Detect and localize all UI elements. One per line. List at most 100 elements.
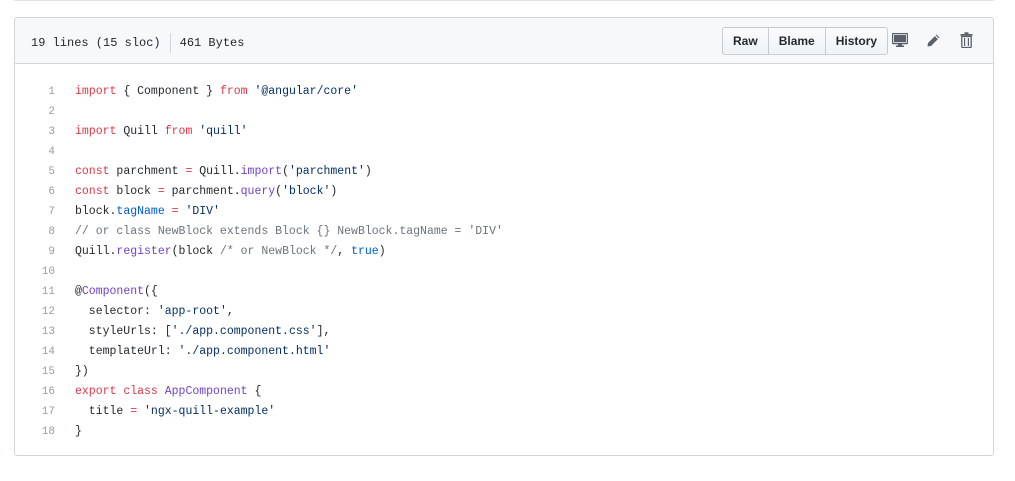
code-line: 2 — [15, 102, 993, 122]
code-token: ], — [316, 325, 331, 338]
code-token: './app.component.css' — [171, 325, 317, 338]
line-number[interactable]: 16 — [15, 382, 55, 402]
code-token: const — [75, 185, 110, 198]
line-number[interactable]: 18 — [15, 422, 55, 442]
code-token: tagName — [116, 205, 165, 218]
code-token: const — [75, 165, 110, 178]
line-number[interactable]: 4 — [15, 142, 55, 162]
pencil-icon[interactable] — [924, 30, 942, 50]
code-line: 4 — [15, 142, 993, 162]
line-content: export class AppComponent { — [55, 382, 261, 402]
code-token: './app.component.html' — [178, 345, 331, 358]
file-lines-info: 19 lines (15 sloc) — [31, 36, 161, 50]
code-token: ) — [364, 165, 372, 178]
blame-button[interactable]: Blame — [767, 27, 826, 55]
line-number[interactable]: 10 — [15, 262, 55, 282]
line-content — [55, 142, 75, 162]
code-token: from — [219, 85, 248, 98]
line-number[interactable]: 8 — [15, 222, 55, 242]
line-number[interactable]: 17 — [15, 402, 55, 422]
code-line: 15}) — [15, 362, 993, 382]
line-number[interactable]: 14 — [15, 342, 55, 362]
code-token: ( — [282, 165, 289, 178]
code-token: styleUrls: [ — [75, 325, 172, 338]
code-token: Quill. — [192, 165, 241, 178]
code-token: query — [240, 185, 276, 198]
code-token: parchment — [109, 165, 186, 178]
code-token: 'app-root' — [157, 305, 227, 318]
code-token: 'parchment' — [288, 165, 365, 178]
line-content: block.tagName = 'DIV' — [55, 202, 220, 222]
line-content: Quill.register(block /* or NewBlock */, … — [55, 242, 386, 262]
line-number[interactable]: 9 — [15, 242, 55, 262]
code-token: export — [75, 385, 117, 398]
line-number[interactable]: 5 — [15, 162, 55, 182]
code-token: } — [75, 425, 82, 438]
line-content: import { Component } from '@angular/core… — [55, 82, 358, 102]
line-content: selector: 'app-root', — [55, 302, 234, 322]
code-body: 1 import { Component } from '@angular/cor… — [15, 64, 993, 442]
code-token: 'quill' — [199, 125, 248, 138]
code-token: selector: — [75, 305, 158, 318]
file-info-divider — [169, 33, 171, 53]
code-token: ) — [330, 185, 338, 198]
line-number[interactable]: 13 — [15, 322, 55, 342]
code-token: templateUrl: — [75, 345, 179, 358]
file-actions — [891, 30, 990, 50]
file-size-info: 461 Bytes — [179, 36, 245, 50]
code-line: 16 export class AppComponent { — [15, 382, 993, 402]
desktop-icon[interactable] — [891, 30, 909, 50]
line-content: }) — [55, 362, 89, 382]
code-token: (block — [171, 245, 220, 258]
line-number[interactable]: 6 — [15, 182, 55, 202]
code-token: 'ngx-quill-example' — [144, 405, 276, 418]
code-token: ({ — [144, 285, 158, 298]
code-token: Component — [81, 285, 145, 298]
line-content: import Quill from 'quill' — [55, 122, 248, 142]
line-number[interactable]: 11 — [15, 282, 55, 302]
trash-icon[interactable] — [957, 30, 975, 50]
code-line: 6 const block = parchment.query('block') — [15, 182, 993, 202]
raw-button[interactable]: Raw — [722, 27, 769, 55]
line-content: const parchment = Quill.import('parchmen… — [55, 162, 372, 182]
code-token: true — [351, 245, 379, 258]
code-token: }) — [75, 365, 89, 378]
code-line: 12 selector: 'app-root', — [15, 302, 993, 322]
code-token: class — [123, 385, 158, 398]
code-token: 'DIV' — [185, 205, 220, 218]
line-number[interactable]: 12 — [15, 302, 55, 322]
code-token: /* or NewBlock */ — [219, 245, 338, 258]
code-token: from — [164, 125, 193, 138]
line-content: const block = parchment.query('block') — [55, 182, 337, 202]
code-token: register — [116, 245, 172, 258]
code-line: 9 Quill.register(block /* or NewBlock */,… — [15, 242, 993, 262]
history-button[interactable]: History — [824, 27, 889, 55]
code-token: ) — [378, 245, 386, 258]
code-line: 17 title = 'ngx-quill-example' — [15, 402, 993, 422]
file-info: 19 lines (15 sloc) 461 Bytes — [31, 33, 244, 53]
top-divider — [14, 0, 994, 1]
line-content — [55, 262, 75, 282]
line-number[interactable]: 3 — [15, 122, 55, 142]
line-number[interactable]: 2 — [15, 102, 55, 122]
line-number[interactable]: 1 — [15, 82, 55, 102]
code-token: block. — [75, 205, 117, 218]
code-line: 5 const parchment = Quill.import('parchme… — [15, 162, 993, 182]
file-viewer: 19 lines (15 sloc) 461 Bytes Raw Blame H… — [14, 17, 994, 456]
code-token: , — [226, 305, 234, 318]
file-header: 19 lines (15 sloc) 461 Bytes Raw Blame H… — [15, 18, 993, 64]
code-token: '@angular/core' — [254, 85, 358, 98]
line-number[interactable]: 7 — [15, 202, 55, 222]
line-content: @Component({ — [55, 282, 158, 302]
line-number[interactable]: 15 — [15, 362, 55, 382]
line-content: } — [55, 422, 82, 442]
code-line: 3 import Quill from 'quill' — [15, 122, 993, 142]
code-token: = — [157, 185, 165, 198]
code-token: Quill — [116, 125, 165, 138]
code-token: AppComponent — [164, 385, 248, 398]
code-token: , — [337, 245, 352, 258]
code-token: = — [171, 205, 179, 218]
